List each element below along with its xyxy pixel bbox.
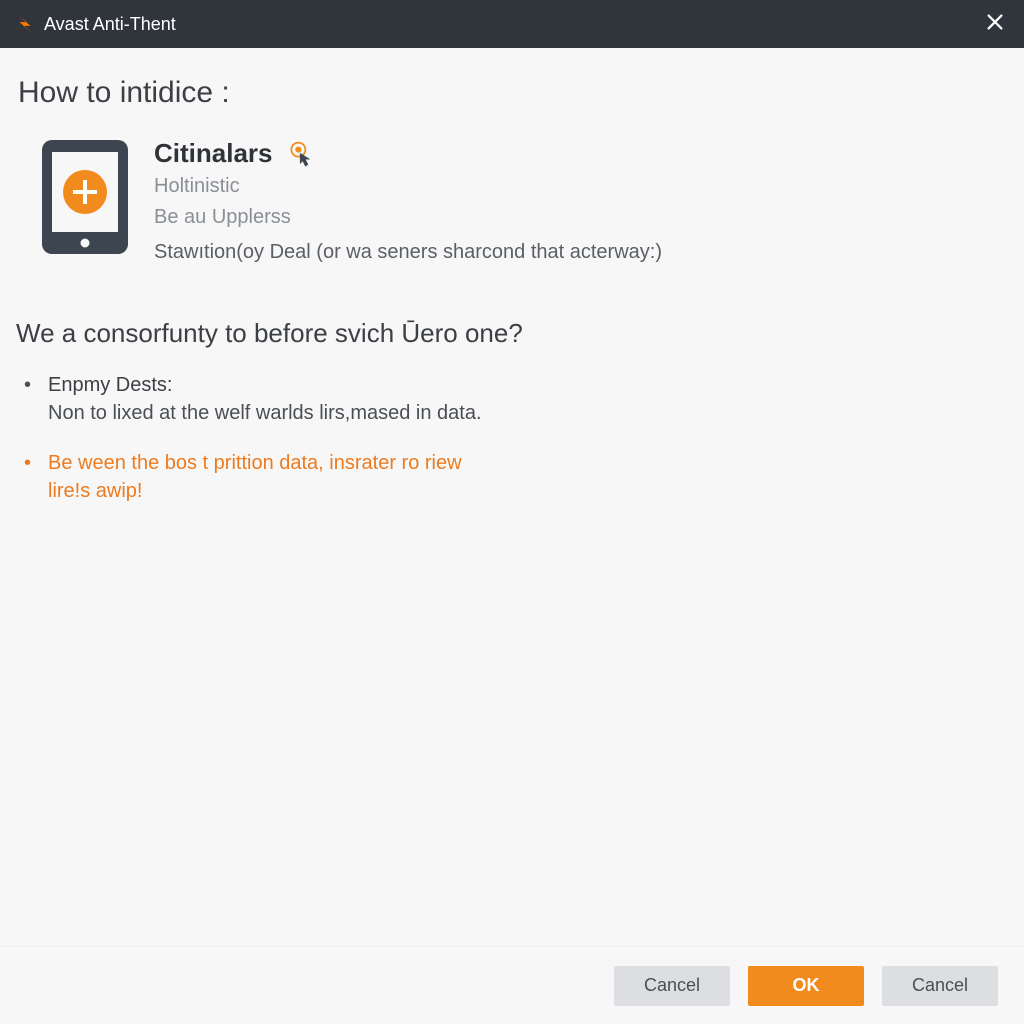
tap-cursor-icon	[287, 140, 315, 168]
list-item: Enpmy Dests: Non to lixed at the welf wa…	[42, 371, 1002, 427]
info-subtitle-2: Be au Upplerss	[154, 204, 662, 231]
section-heading: We a consorfunty to before svich Ūero on…	[16, 318, 1002, 349]
ok-button[interactable]: OK	[748, 966, 864, 1006]
dialog-window: Avast Anti-Thent How to intidice : C	[0, 0, 1024, 1024]
content-area: How to intidice : Citinalars	[0, 48, 1024, 946]
list-item: Be ween the bos t prittion data, insrate…	[42, 449, 472, 505]
titlebar: Avast Anti-Thent	[0, 0, 1024, 48]
list-item-title: Enpmy Dests:	[48, 374, 172, 396]
list-item-body: Non to lixed at the welf warlds lirs,mas…	[48, 402, 482, 424]
tablet-device-icon	[40, 138, 130, 256]
avast-logo-icon	[14, 13, 36, 35]
info-description: Stawıtion(oy Deal (or wa seners sharcond…	[154, 241, 662, 264]
info-title-row: Citinalars	[154, 138, 662, 169]
cancel-button-secondary[interactable]: Cancel	[882, 966, 998, 1006]
cancel-button[interactable]: Cancel	[614, 966, 730, 1006]
app-title: Avast Anti-Thent	[44, 14, 176, 35]
titlebar-left: Avast Anti-Thent	[14, 13, 176, 35]
close-icon[interactable]	[980, 10, 1010, 38]
info-row: Citinalars Holtinistic Be au Upplerss St…	[40, 138, 1002, 264]
consent-list: Enpmy Dests: Non to lixed at the welf wa…	[16, 371, 1002, 527]
info-text-block: Citinalars Holtinistic Be au Upplerss St…	[154, 138, 662, 264]
list-item-body: Be ween the bos t prittion data, insrate…	[48, 452, 462, 502]
page-title: How to intidice :	[18, 76, 1002, 110]
info-title: Citinalars	[154, 138, 273, 169]
info-subtitle-1: Holtinistic	[154, 173, 662, 200]
dialog-footer: Cancel OK Cancel	[0, 946, 1024, 1024]
